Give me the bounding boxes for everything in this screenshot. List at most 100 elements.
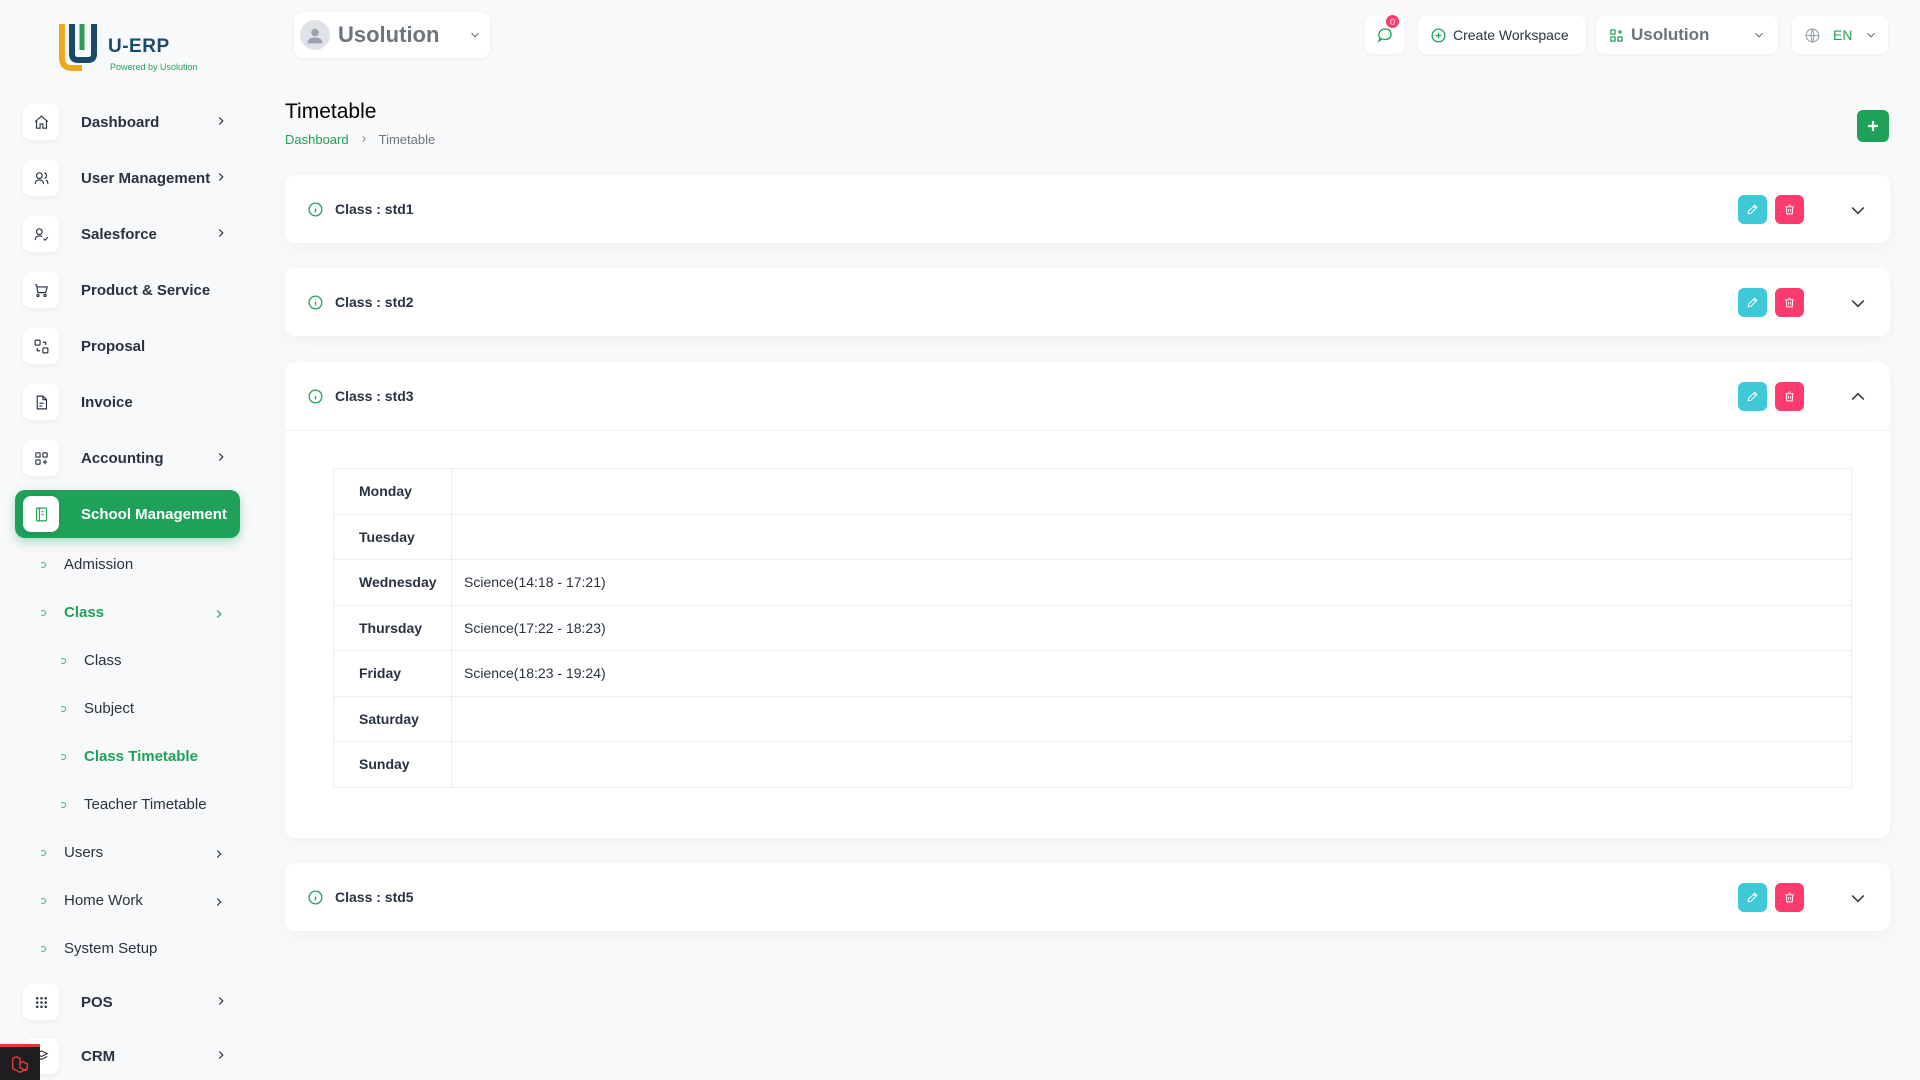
- edit-button[interactable]: [1738, 883, 1767, 912]
- trash-icon: [1785, 204, 1794, 215]
- delete-button[interactable]: [1775, 195, 1804, 224]
- chevron-right-icon: [212, 607, 226, 621]
- workspace-name: Usolution: [338, 22, 440, 47]
- chevron-right-icon: [214, 226, 228, 240]
- bullet-icon: [60, 705, 66, 712]
- edit-button[interactable]: [1738, 195, 1767, 224]
- sidebar-subitem-system-setup[interactable]: System Setup: [40, 940, 157, 957]
- debugbar-toggle[interactable]: [0, 1044, 40, 1080]
- language-select[interactable]: EN: [1792, 16, 1888, 54]
- sidebar-item-product-service[interactable]: Product & Service: [15, 266, 240, 314]
- entry-cell: [452, 469, 1852, 515]
- table-row: Friday Science(18:23 - 19:24): [333, 650, 1852, 696]
- bullet-icon: [40, 849, 46, 856]
- chevron-down-icon[interactable]: [1848, 888, 1868, 908]
- class-card-std3: Class : std3 Monday Tuesday Wednesday Sc…: [285, 362, 1890, 838]
- table-row: Sunday: [333, 741, 1852, 788]
- entry-cell: [452, 514, 1852, 560]
- users-icon: [23, 160, 59, 196]
- day-cell: Sunday: [333, 741, 452, 787]
- table-row: Tuesday: [333, 514, 1852, 560]
- sidebar-item-invoice[interactable]: Invoice: [15, 378, 240, 426]
- class-card-header[interactable]: Class : std1: [285, 175, 1890, 243]
- chevron-right-icon: [214, 1048, 228, 1062]
- notebook-icon: [23, 496, 59, 532]
- class-card-header[interactable]: Class : std5: [285, 863, 1890, 931]
- sidebar-item-label: Proposal: [81, 337, 146, 355]
- sidebar-item-school-management[interactable]: School Management: [15, 490, 240, 538]
- delete-button[interactable]: [1775, 382, 1804, 411]
- entry-cell: [452, 742, 1852, 788]
- sidebar-subitem-home-work[interactable]: Home Work: [40, 892, 226, 909]
- chevron-down-icon[interactable]: [1848, 293, 1868, 313]
- chevron-up-icon[interactable]: [1848, 387, 1868, 407]
- sidebar-item-accounting[interactable]: Accounting: [15, 434, 240, 482]
- day-cell: Wednesday: [333, 559, 452, 605]
- sidebar-item-salesforce[interactable]: Salesforce: [15, 210, 240, 258]
- sidebar-item-label: Product & Service: [81, 281, 211, 299]
- class-title: Class : std2: [335, 294, 414, 310]
- chevron-right-icon: [212, 895, 226, 909]
- pencil-icon: [1747, 892, 1758, 903]
- add-timetable-button[interactable]: [1857, 110, 1889, 142]
- entry-cell: Science(17:22 - 18:23): [464, 619, 606, 636]
- entry-cell: Science(14:18 - 17:21): [464, 574, 606, 591]
- sidebar-subitem-class[interactable]: Class: [40, 604, 226, 621]
- chevron-right-icon: [214, 450, 228, 464]
- sidebar-item-label: Invoice: [81, 393, 133, 411]
- circle-plus-icon: [1431, 27, 1446, 43]
- sidebar-item-proposal[interactable]: Proposal: [15, 322, 240, 370]
- delete-button[interactable]: [1775, 288, 1804, 317]
- sidebar-item-dashboard[interactable]: Dashboard: [15, 98, 240, 146]
- table-row: Wednesday Science(14:18 - 17:21): [333, 559, 1852, 605]
- sidebar-subitem-class-timetable[interactable]: Class Timetable: [60, 748, 198, 765]
- file-invoice-icon: [23, 384, 59, 420]
- chevron-down-icon[interactable]: [1848, 200, 1868, 220]
- sidebar-item-label: CRM: [81, 1047, 116, 1065]
- chevron-right-icon: [212, 847, 226, 861]
- class-card-header[interactable]: Class : std2: [285, 268, 1890, 336]
- entry-cell: [452, 696, 1852, 742]
- sidebar-item-user-management[interactable]: User Management: [15, 154, 240, 202]
- edit-button[interactable]: [1738, 382, 1767, 411]
- bullet-icon: [40, 609, 46, 616]
- sidebar-subitem-label: Class: [84, 652, 122, 669]
- page-title: Timetable: [285, 100, 377, 123]
- sidebar-subitem-label: Subject: [84, 700, 135, 717]
- day-cell: Saturday: [333, 696, 452, 742]
- sidebar-item-pos[interactable]: POS: [15, 978, 240, 1026]
- class-card-std1: Class : std1: [285, 175, 1890, 243]
- breadcrumb-home-link[interactable]: Dashboard: [285, 132, 349, 147]
- chevron-down-icon: [1864, 28, 1878, 45]
- globe-icon: [1805, 28, 1820, 43]
- sidebar-subitem-label: Users: [64, 844, 104, 861]
- messages-button[interactable]: 0: [1365, 14, 1405, 54]
- layout-grid-add-icon: [23, 440, 59, 476]
- class-title: Class : std1: [335, 201, 414, 217]
- sidebar-item-label: Dashboard: [81, 113, 160, 131]
- sidebar-subitem-admission[interactable]: Admission: [40, 556, 133, 573]
- pencil-icon: [1747, 297, 1758, 308]
- entry-cell: Science(18:23 - 19:24): [464, 665, 606, 682]
- laravel-icon: [11, 1055, 29, 1073]
- grid-dots-icon: [23, 984, 59, 1020]
- bullet-icon: [60, 657, 66, 664]
- info-circle-icon: [307, 294, 324, 311]
- bullet-icon: [40, 945, 46, 952]
- sidebar-subitem-class-list[interactable]: Class: [60, 652, 122, 669]
- edit-button[interactable]: [1738, 288, 1767, 317]
- sidebar-subitem-label: System Setup: [64, 940, 158, 957]
- delete-button[interactable]: [1775, 883, 1804, 912]
- sidebar-item-crm[interactable]: CRM: [15, 1032, 240, 1080]
- workspace-select[interactable]: Usolution: [294, 12, 490, 58]
- sidebar-subitem-teacher-timetable[interactable]: Teacher Timetable: [60, 796, 207, 813]
- company-select[interactable]: Usolution: [1596, 16, 1778, 54]
- create-workspace-label: Create Workspace: [1453, 27, 1569, 43]
- breadcrumb-current: Timetable: [378, 132, 436, 147]
- create-workspace-button[interactable]: Create Workspace: [1418, 16, 1586, 54]
- breadcrumb: Dashboard Timetable: [285, 132, 435, 147]
- app-logo[interactable]: U-ERP Powered by Usolution: [58, 20, 218, 76]
- sidebar-subitem-subject[interactable]: Subject: [60, 700, 134, 717]
- sidebar-subitem-users[interactable]: Users: [40, 844, 226, 861]
- class-card-header[interactable]: Class : std3: [285, 362, 1890, 430]
